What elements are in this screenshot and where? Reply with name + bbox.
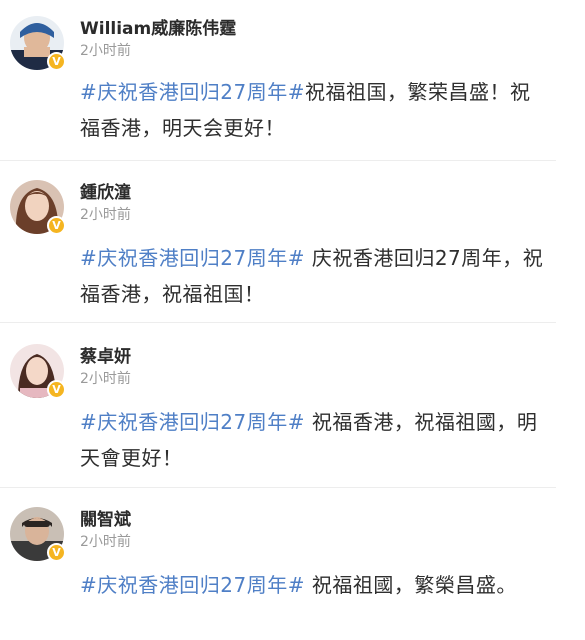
post-text: #庆祝香港回归27周年# 庆祝香港回归27周年，祝福香港，祝福祖国！ bbox=[80, 240, 550, 312]
post-card[interactable]: V William威廉陈伟霆 2小时前 #庆祝香港回归27周年#祝福祖国，繁荣昌… bbox=[0, 16, 585, 158]
post-divider bbox=[0, 160, 556, 161]
post-hashtag-link[interactable]: #庆祝香港回归27周年# bbox=[80, 80, 305, 104]
post-divider bbox=[0, 322, 556, 323]
verified-badge-icon: V bbox=[47, 543, 66, 562]
verified-badge-icon: V bbox=[47, 216, 66, 235]
post-body-text: 祝福祖國，繁榮昌盛。 bbox=[304, 573, 517, 597]
post-text: #庆祝香港回归27周年# 祝福祖國，繁榮昌盛。 bbox=[80, 567, 550, 603]
avatar[interactable]: V bbox=[10, 180, 66, 235]
post-timestamp: 2小时前 bbox=[80, 207, 131, 223]
post-author-name[interactable]: 蔡卓妍 bbox=[80, 342, 131, 367]
post-author-name[interactable]: 關智斌 bbox=[80, 505, 131, 530]
avatar[interactable]: V bbox=[10, 16, 66, 71]
post-card[interactable]: V 關智斌 2小时前 #庆祝香港回归27周年# 祝福祖國，繁榮昌盛。 bbox=[0, 507, 585, 640]
post-author-name[interactable]: William威廉陈伟霆 bbox=[80, 14, 236, 39]
post-card[interactable]: V 鍾欣潼 2小时前 #庆祝香港回归27周年# 庆祝香港回归27周年，祝福香港，… bbox=[0, 180, 585, 320]
post-text: #庆祝香港回归27周年#祝福祖国，繁荣昌盛！祝福香港，明天会更好！ bbox=[80, 74, 550, 146]
post-author-name[interactable]: 鍾欣潼 bbox=[80, 178, 131, 203]
post-hashtag-link[interactable]: #庆祝香港回归27周年# bbox=[80, 246, 305, 270]
post-timestamp: 2小时前 bbox=[80, 534, 131, 550]
post-timestamp: 2小时前 bbox=[80, 371, 131, 387]
verified-badge-icon: V bbox=[47, 52, 66, 71]
verified-badge-icon: V bbox=[47, 380, 66, 399]
post-hashtag-link[interactable]: #庆祝香港回归27周年# bbox=[80, 410, 305, 434]
avatar[interactable]: V bbox=[10, 344, 66, 399]
post-card[interactable]: V 蔡卓妍 2小时前 #庆祝香港回归27周年# 祝福香港，祝福祖國，明天會更好！ bbox=[0, 344, 585, 484]
post-hashtag-link[interactable]: #庆祝香港回归27周年# bbox=[80, 573, 305, 597]
post-text: #庆祝香港回归27周年# 祝福香港，祝福祖國，明天會更好！ bbox=[80, 404, 550, 476]
post-divider bbox=[0, 487, 556, 488]
post-timestamp: 2小时前 bbox=[80, 43, 131, 59]
weibo-feed: V William威廉陈伟霆 2小时前 #庆祝香港回归27周年#祝福祖国，繁荣昌… bbox=[0, 0, 585, 640]
avatar[interactable]: V bbox=[10, 507, 66, 562]
